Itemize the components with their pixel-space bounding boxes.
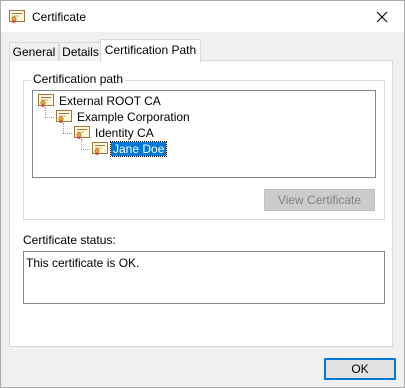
title-bar[interactable]: Certificate [1,1,404,32]
tree-node-label: Identity CA [95,126,154,140]
certificate-icon [56,110,72,124]
certificate-status-box[interactable]: This certificate is OK. [23,251,385,304]
certificate-dialog: Certificate General Details Certificatio… [0,0,405,388]
tree-node-identity-ca[interactable]: Identity CA [74,125,156,141]
tree-node-jane-doe[interactable]: Jane Doe [92,141,168,157]
ok-label: OK [351,362,369,376]
tree-node-root-ca[interactable]: External ROOT CA [38,93,163,109]
tree-node-label: External ROOT CA [59,94,161,108]
tree-node-label-selected: Jane Doe [109,141,168,157]
certification-path-label: Certification path [31,72,126,86]
close-icon [376,11,388,22]
certificate-status-text: This certificate is OK. [26,256,140,270]
certificate-icon [9,10,25,24]
ok-button[interactable]: OK [324,358,396,380]
dialog-title: Certificate [32,10,87,24]
certification-path-tree[interactable]: External ROOT CA Example Corporation Ide… [32,90,376,178]
certificate-icon [38,94,54,108]
tab-general[interactable]: General [9,42,59,61]
tab-details[interactable]: Details [59,42,102,61]
certificate-status-label: Certificate status: [23,233,116,247]
tab-certification-path[interactable]: Certification Path [100,39,201,62]
tree-node-example-corporation[interactable]: Example Corporation [56,109,192,125]
tree-connector [81,149,90,150]
certificate-icon [92,142,108,156]
view-certificate-button[interactable]: View Certificate [264,189,375,211]
close-button[interactable] [360,1,404,32]
tree-node-label: Example Corporation [77,110,190,124]
tree-connector [63,133,72,134]
view-certificate-label: View Certificate [277,193,362,207]
certificate-icon [74,126,90,140]
tree-connector [45,117,54,118]
